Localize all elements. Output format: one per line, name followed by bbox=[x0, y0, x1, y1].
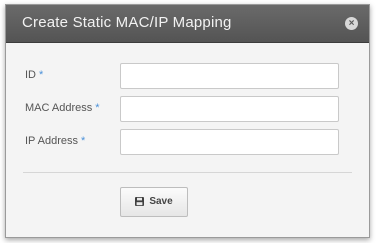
dialog-title: Create Static MAC/IP Mapping bbox=[22, 14, 232, 31]
id-label-text: ID bbox=[25, 69, 36, 81]
ip-address-label-text: IP Address bbox=[25, 135, 78, 147]
id-input[interactable] bbox=[120, 63, 339, 89]
ip-address-label: IP Address * bbox=[25, 135, 85, 147]
mac-address-label: MAC Address * bbox=[25, 102, 100, 114]
form-divider bbox=[23, 172, 352, 173]
required-marker: * bbox=[95, 102, 100, 114]
form-row-ip-address: IP Address * bbox=[6, 129, 369, 157]
save-button[interactable]: Save bbox=[120, 187, 188, 217]
required-marker: * bbox=[39, 69, 44, 81]
form-row-id: ID * bbox=[6, 63, 369, 91]
id-label: ID * bbox=[25, 69, 43, 81]
form-row-mac-address: MAC Address * bbox=[6, 96, 369, 124]
mac-address-label-text: MAC Address bbox=[25, 102, 93, 114]
create-static-mapping-dialog: Create Static MAC/IP Mapping × ID * MAC A… bbox=[5, 4, 370, 238]
required-marker: * bbox=[81, 135, 86, 147]
close-icon[interactable]: × bbox=[345, 17, 358, 30]
mac-address-input[interactable] bbox=[120, 96, 339, 122]
floppy-disk-icon bbox=[135, 197, 145, 207]
ip-address-input[interactable] bbox=[120, 129, 339, 155]
dialog-titlebar: Create Static MAC/IP Mapping × bbox=[6, 5, 369, 43]
save-button-label: Save bbox=[149, 196, 173, 208]
